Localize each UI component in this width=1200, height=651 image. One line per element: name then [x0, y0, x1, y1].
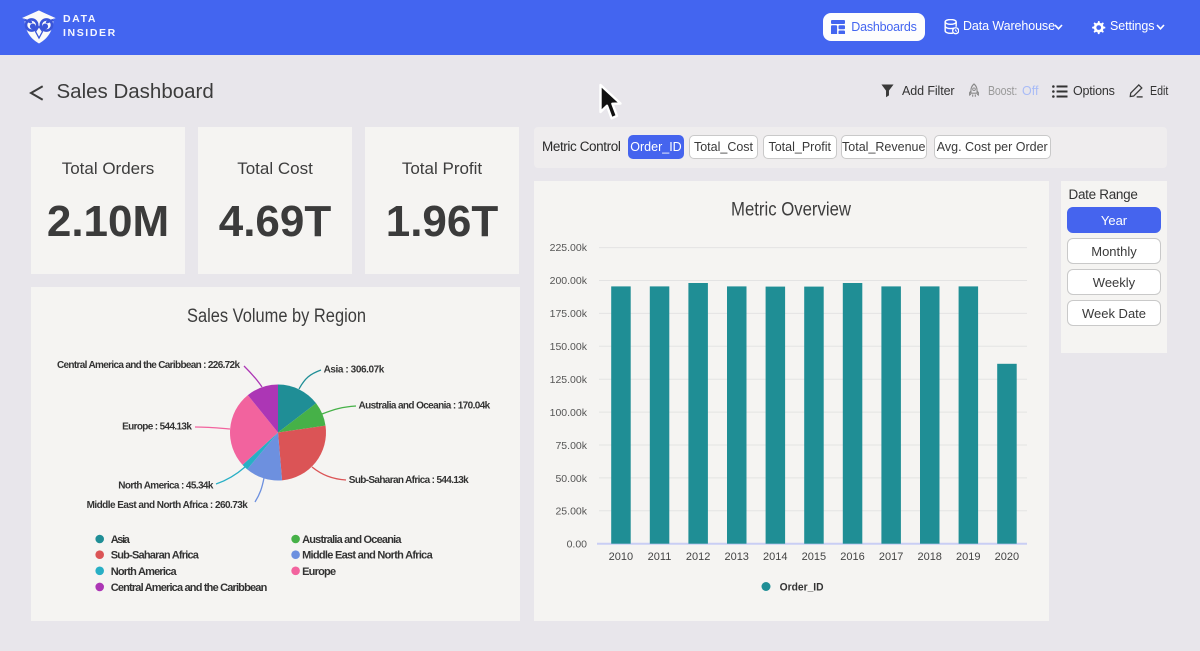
svg-text:Asia : 306.07k: Asia : 306.07k — [324, 365, 385, 376]
svg-text:2014: 2014 — [763, 551, 787, 563]
svg-text:50.00k: 50.00k — [555, 473, 587, 485]
svg-text:75.00k: 75.00k — [555, 440, 587, 452]
svg-text:2012: 2012 — [686, 551, 710, 563]
svg-text:Central America and the Caribb: Central America and the Caribbean : 226.… — [57, 360, 240, 371]
svg-text:North America : 45.34k: North America : 45.34k — [118, 481, 214, 492]
svg-text:25.00k: 25.00k — [555, 506, 587, 518]
svg-text:Sub-Saharan Africa: Sub-Saharan Africa — [111, 550, 200, 562]
svg-text:2013: 2013 — [724, 551, 748, 563]
svg-text:Sales Volume by Region: Sales Volume by Region — [187, 306, 366, 327]
svg-text:2018: 2018 — [917, 551, 941, 563]
svg-text:Metric Overview: Metric Overview — [731, 199, 851, 220]
svg-text:Middle East and North Africa :: Middle East and North Africa : 260.73k — [87, 500, 249, 511]
svg-text:Central America and the Caribb: Central America and the Caribbean — [111, 582, 268, 594]
svg-text:Asia: Asia — [111, 534, 131, 546]
svg-text:175.00k: 175.00k — [550, 308, 588, 320]
svg-text:Europe: Europe — [302, 566, 336, 578]
svg-text:Sub-Saharan Africa : 544.13k: Sub-Saharan Africa : 544.13k — [349, 475, 469, 486]
svg-text:North America: North America — [111, 566, 178, 578]
svg-text:2020: 2020 — [995, 551, 1019, 563]
svg-text:225.00k: 225.00k — [550, 242, 588, 254]
svg-text:100.00k: 100.00k — [550, 407, 588, 419]
svg-text:2019: 2019 — [956, 551, 980, 563]
svg-text:Australia and Oceania : 170.04: Australia and Oceania : 170.04k — [359, 401, 491, 412]
svg-text:Australia and Oceania: Australia and Oceania — [302, 534, 402, 546]
svg-text:Middle East and North Africa: Middle East and North Africa — [302, 550, 433, 562]
svg-text:150.00k: 150.00k — [550, 341, 588, 353]
svg-text:Order_ID: Order_ID — [780, 582, 824, 594]
svg-text:200.00k: 200.00k — [550, 275, 588, 287]
svg-text:Europe : 544.13k: Europe : 544.13k — [122, 422, 192, 433]
svg-text:2016: 2016 — [840, 551, 864, 563]
svg-text:125.00k: 125.00k — [550, 374, 588, 386]
svg-text:2010: 2010 — [609, 551, 633, 563]
svg-text:2015: 2015 — [802, 551, 826, 563]
svg-text:2011: 2011 — [648, 551, 672, 563]
svg-text:2017: 2017 — [879, 551, 903, 563]
svg-text:0.00: 0.00 — [567, 539, 588, 551]
